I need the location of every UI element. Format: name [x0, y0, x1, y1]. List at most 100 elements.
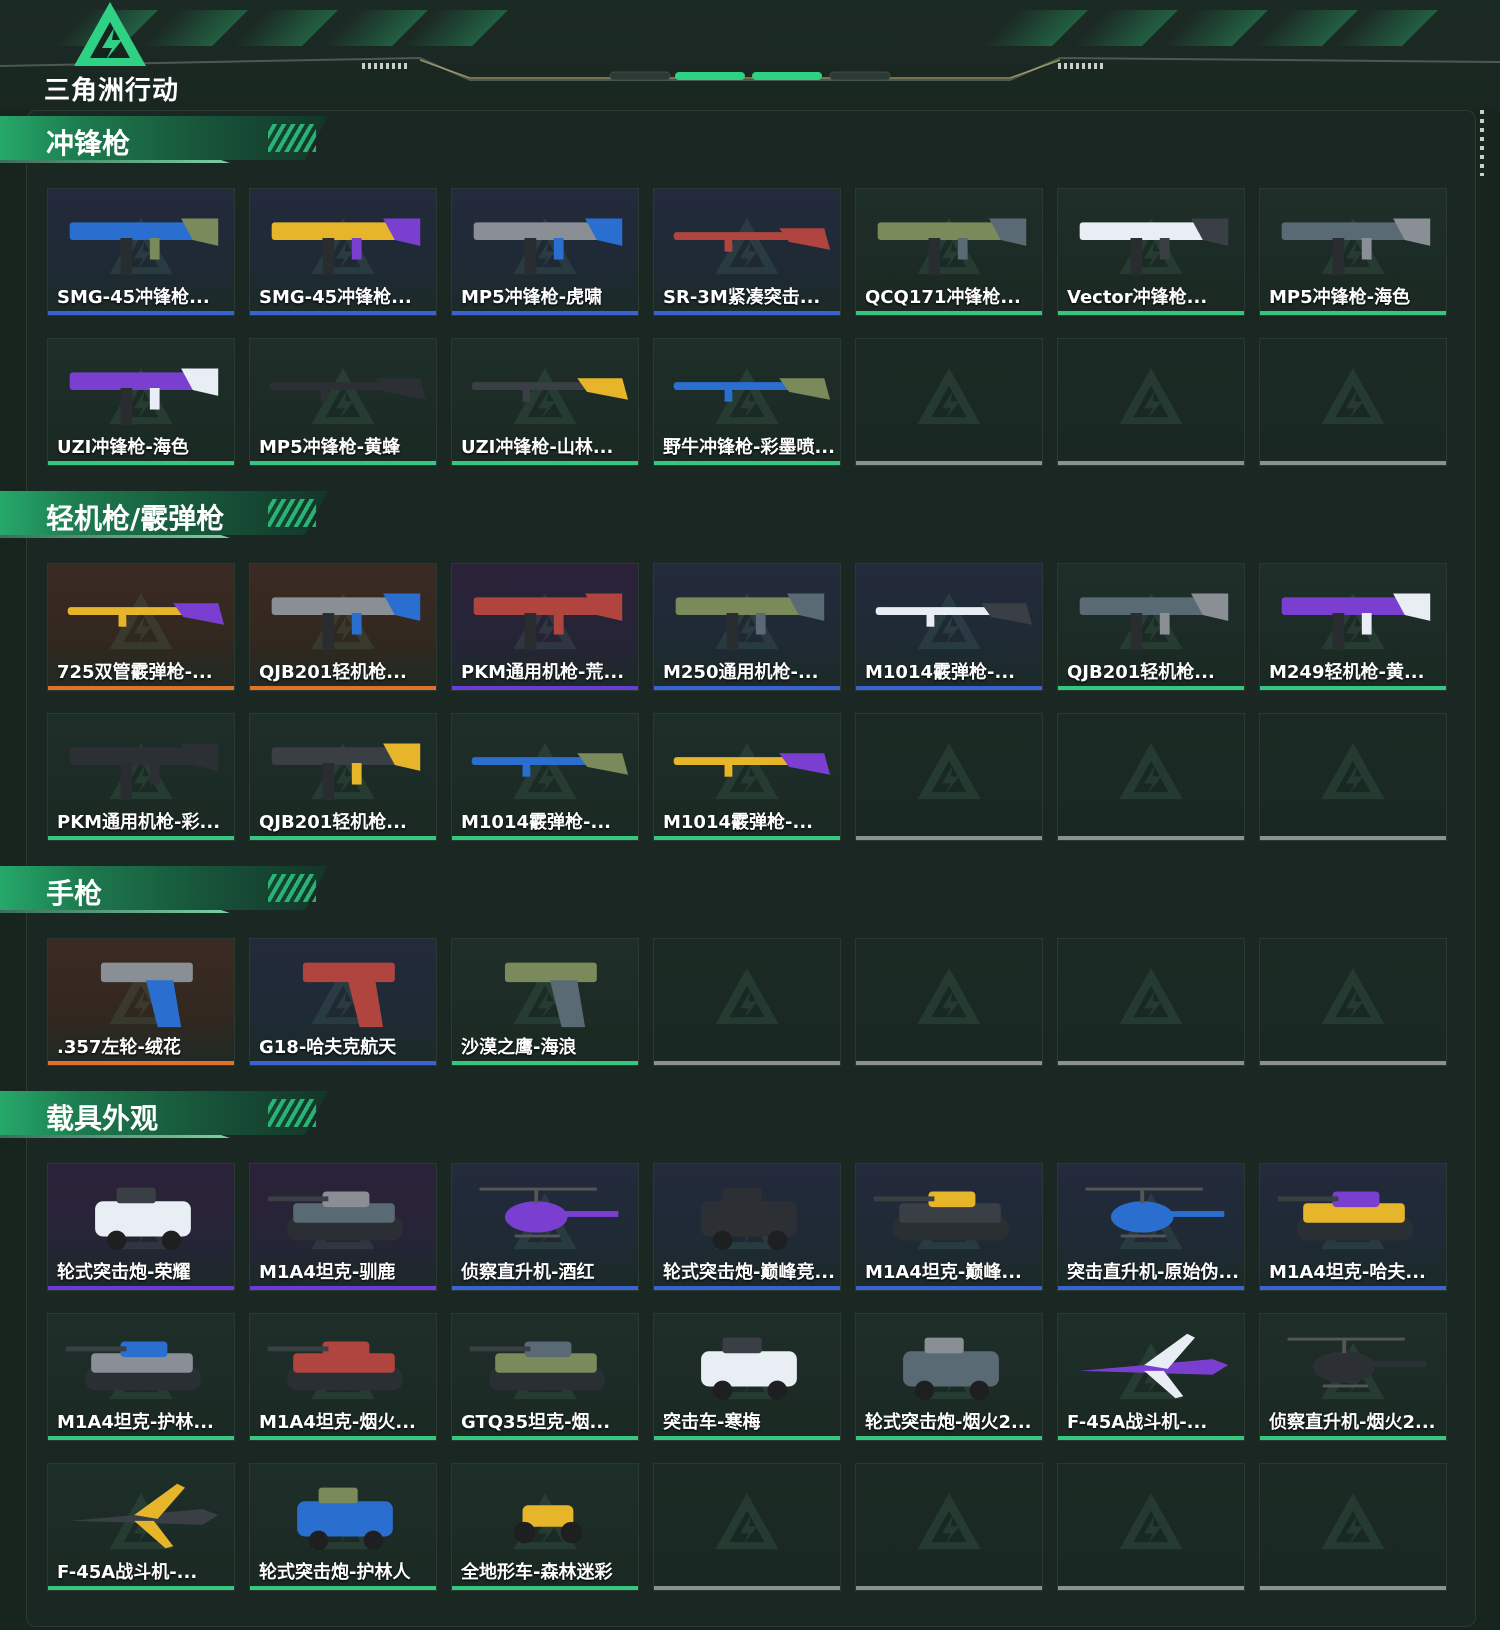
item-card[interactable]: 突击直升机-原始伪... [1057, 1163, 1245, 1291]
item-name: 侦察直升机-烟火2... [1269, 1412, 1436, 1433]
item-name: 轮式突击炮-烟火2... [865, 1412, 1032, 1433]
empty-slot [1057, 338, 1245, 466]
item-name: M1014霰弹枪-... [663, 812, 813, 833]
rarity-bar [654, 461, 840, 465]
item-card[interactable]: 侦察直升机-烟火2... [1259, 1313, 1447, 1441]
pistol-icon [504, 962, 597, 1028]
rarity-bar [250, 461, 436, 465]
rarity-bar [654, 311, 840, 315]
item-card[interactable]: MP5冲锋枪-黄蜂 [249, 338, 437, 466]
item-name: UZI冲锋枪-海色 [57, 437, 189, 458]
rarity-bar [654, 1436, 840, 1440]
item-card[interactable]: SR-3M紧凑突击... [653, 188, 841, 316]
shotgun-icon [875, 603, 1033, 627]
item-card[interactable]: 轮式突击炮-护林人 [249, 1463, 437, 1591]
item-card[interactable]: .357左轮-绒花 [47, 938, 235, 1066]
item-card[interactable]: 轮式突击炮-巅峰竞... [653, 1163, 841, 1291]
item-card[interactable]: M1A4坦克-哈夫... [1259, 1163, 1447, 1291]
item-card[interactable]: 沙漠之鹰-海浪 [451, 938, 639, 1066]
item-card[interactable]: M250通用机枪-... [653, 563, 841, 691]
item-card[interactable]: M1014霰弹枪-... [855, 563, 1043, 691]
rarity-bar [48, 1436, 234, 1440]
item-card[interactable]: GTQ35坦克-烟... [451, 1313, 639, 1441]
rarity-bar [1260, 1061, 1446, 1065]
helicopter-icon [479, 1187, 619, 1238]
item-card[interactable]: G18-哈夫克航天 [249, 938, 437, 1066]
item-card[interactable]: Vector冲锋枪... [1057, 188, 1245, 316]
smg-icon [69, 218, 219, 276]
rarity-bar [654, 1586, 840, 1590]
brand-name: 三角洲行动 [44, 76, 180, 106]
item-name: 沙漠之鹰-海浪 [461, 1037, 577, 1058]
item-card[interactable]: 野牛冲锋枪-彩墨喷... [653, 338, 841, 466]
item-name: 725双管霰弹枪-... [57, 662, 213, 683]
item-card[interactable]: M249轻机枪-黄... [1259, 563, 1447, 691]
section-title: 载具外观 [46, 1102, 159, 1135]
item-name: M250通用机枪-... [663, 662, 819, 683]
item-card[interactable]: 725双管霰弹枪-... [47, 563, 235, 691]
item-card[interactable]: F-45A战斗机-... [47, 1463, 235, 1591]
item-card[interactable]: M1014霰弹枪-... [653, 713, 841, 841]
item-card[interactable]: M1A4坦克-护林... [47, 1313, 235, 1441]
rarity-bar [48, 1586, 234, 1590]
delta-watermark-icon [715, 1493, 779, 1550]
armored-car-icon [903, 1337, 999, 1401]
rarity-bar [1260, 461, 1446, 465]
smg-icon [1281, 218, 1431, 276]
item-card[interactable]: 侦察直升机-酒红 [451, 1163, 639, 1291]
item-card[interactable]: M1A4坦克-烟火... [249, 1313, 437, 1441]
item-card[interactable]: QJB201轻机枪... [249, 713, 437, 841]
item-name: QJB201轻机枪... [1067, 662, 1215, 683]
item-card[interactable]: UZI冲锋枪-山林... [451, 338, 639, 466]
item-card[interactable]: QCQ171冲锋枪... [855, 188, 1043, 316]
item-card[interactable]: PKM通用机枪-荒... [451, 563, 639, 691]
empty-slot [653, 938, 841, 1066]
item-card[interactable]: 轮式突击炮-荣耀 [47, 1163, 235, 1291]
machine-gun-icon [271, 743, 421, 801]
rarity-bar [1260, 1286, 1446, 1290]
item-card[interactable]: QJB201轻机枪... [249, 563, 437, 691]
item-card[interactable]: 轮式突击炮-烟火2... [855, 1313, 1043, 1441]
item-card[interactable]: UZI冲锋枪-海色 [47, 338, 235, 466]
empty-slot [1057, 1463, 1245, 1591]
item-card[interactable]: 突击车-寒梅 [653, 1313, 841, 1441]
item-card[interactable]: MP5冲锋枪-虎啸 [451, 188, 639, 316]
tank-icon [267, 1191, 403, 1241]
empty-slot [855, 938, 1043, 1066]
scrollbar[interactable] [1480, 110, 1484, 176]
item-card[interactable]: 全地形车-森林迷彩 [451, 1463, 639, 1591]
jet-icon [69, 1483, 219, 1549]
rarity-bar [48, 311, 234, 315]
tank-icon [1277, 1191, 1413, 1241]
item-card[interactable]: SMG-45冲锋枪... [249, 188, 437, 316]
rarity-bar [654, 836, 840, 840]
item-card[interactable]: M1014霰弹枪-... [451, 713, 639, 841]
rarity-bar [1058, 1436, 1244, 1440]
shotgun-icon [67, 603, 225, 627]
item-name: PKM通用机枪-彩... [57, 812, 221, 833]
section-header: 冲锋枪 [0, 116, 340, 168]
item-name: 全地形车-森林迷彩 [461, 1562, 613, 1583]
item-name: MP5冲锋枪-黄蜂 [259, 437, 401, 458]
top-banner: 三角洲行动 [0, 0, 1500, 110]
rifle-icon [269, 378, 427, 402]
delta-watermark-icon [1321, 368, 1385, 425]
item-card[interactable]: QJB201轻机枪... [1057, 563, 1245, 691]
rarity-bar [1260, 836, 1446, 840]
item-name: M249轻机枪-黄... [1269, 662, 1425, 683]
item-card[interactable]: MP5冲锋枪-海色 [1259, 188, 1447, 316]
delta-watermark-icon [917, 368, 981, 425]
empty-slot [1259, 938, 1447, 1066]
item-name: F-45A战斗机-... [1067, 1412, 1208, 1433]
rifle-icon [673, 378, 831, 402]
rarity-bar [48, 1061, 234, 1065]
item-card[interactable]: M1A4坦克-驯鹿 [249, 1163, 437, 1291]
rarity-bar [250, 1286, 436, 1290]
item-card[interactable]: M1A4坦克-巅峰... [855, 1163, 1043, 1291]
item-card[interactable]: PKM通用机枪-彩... [47, 713, 235, 841]
rarity-bar [856, 686, 1042, 690]
item-card[interactable]: F-45A战斗机-... [1057, 1313, 1245, 1441]
item-card[interactable]: SMG-45冲锋枪... [47, 188, 235, 316]
item-name: 突击车-寒梅 [663, 1412, 761, 1433]
rarity-bar [452, 1061, 638, 1065]
